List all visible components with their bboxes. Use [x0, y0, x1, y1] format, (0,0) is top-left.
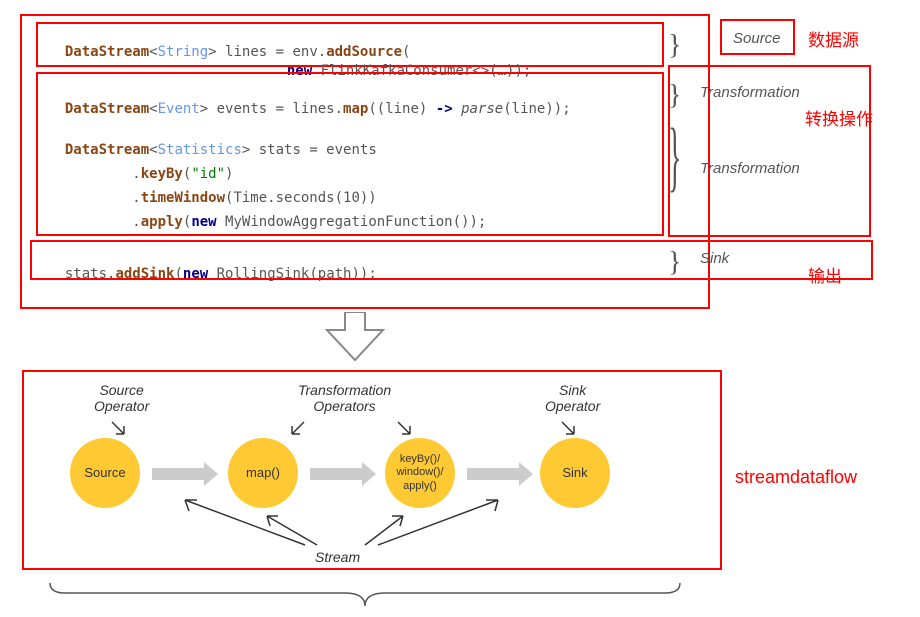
sink-label: Sink: [700, 250, 729, 267]
token: > stats = events: [242, 142, 377, 158]
arrow-icon: [262, 513, 322, 548]
token: MyWindowAggregationFunction());: [217, 214, 487, 230]
arrow-icon: [396, 420, 416, 438]
token: (line));: [503, 101, 570, 117]
arrow-icon: [110, 420, 130, 438]
token: ->: [436, 101, 453, 117]
arrow-icon: [376, 495, 506, 550]
token: parse: [453, 101, 504, 117]
cn-source-label: 数据源: [808, 26, 859, 51]
token: DataStream: [65, 44, 149, 60]
flow-arrow-icon: [310, 468, 364, 480]
node-source: Source: [70, 438, 140, 508]
brace-icon: }: [668, 247, 681, 279]
flow-arrow-icon: [152, 468, 206, 480]
arrow-icon: [560, 420, 580, 438]
flow-arrow-icon: [467, 468, 521, 480]
cn-flow-label: streamdataflow: [735, 467, 857, 488]
token: Event: [158, 101, 200, 117]
cn-sink-label: 输出: [808, 262, 842, 287]
trans1-label: Transformation: [700, 84, 800, 101]
token: DataStream: [65, 101, 149, 117]
trans2-label: Transformation: [700, 160, 800, 177]
token: > events = lines.: [200, 101, 343, 117]
bottom-brace-icon: [45, 578, 685, 608]
code-l3: DataStream<Event> events = lines.map((li…: [48, 85, 571, 117]
stream-label: Stream: [315, 549, 360, 565]
brace-icon: }: [668, 115, 681, 205]
arrow-icon: [288, 420, 308, 438]
code-l7: .apply(new MyWindowAggregationFunction()…: [48, 198, 486, 230]
sink-op-label: Sink Operator: [545, 382, 600, 414]
node-sink: Sink: [540, 438, 610, 508]
token: map: [343, 101, 368, 117]
token: String: [158, 44, 209, 60]
token: ((line): [368, 101, 435, 117]
token: new: [191, 214, 216, 230]
brace-icon: }: [668, 80, 681, 112]
sink-row-box: [30, 240, 873, 280]
token: .: [65, 214, 141, 230]
trans-op-label: Transformation Operators: [298, 382, 391, 414]
brace-icon: }: [668, 30, 681, 62]
src-op-label: Source Operator: [94, 382, 149, 414]
source-label: Source: [733, 30, 781, 47]
cn-trans-label: 转换操作: [805, 105, 873, 130]
token: apply: [141, 214, 183, 230]
down-arrow-icon: [325, 312, 385, 362]
